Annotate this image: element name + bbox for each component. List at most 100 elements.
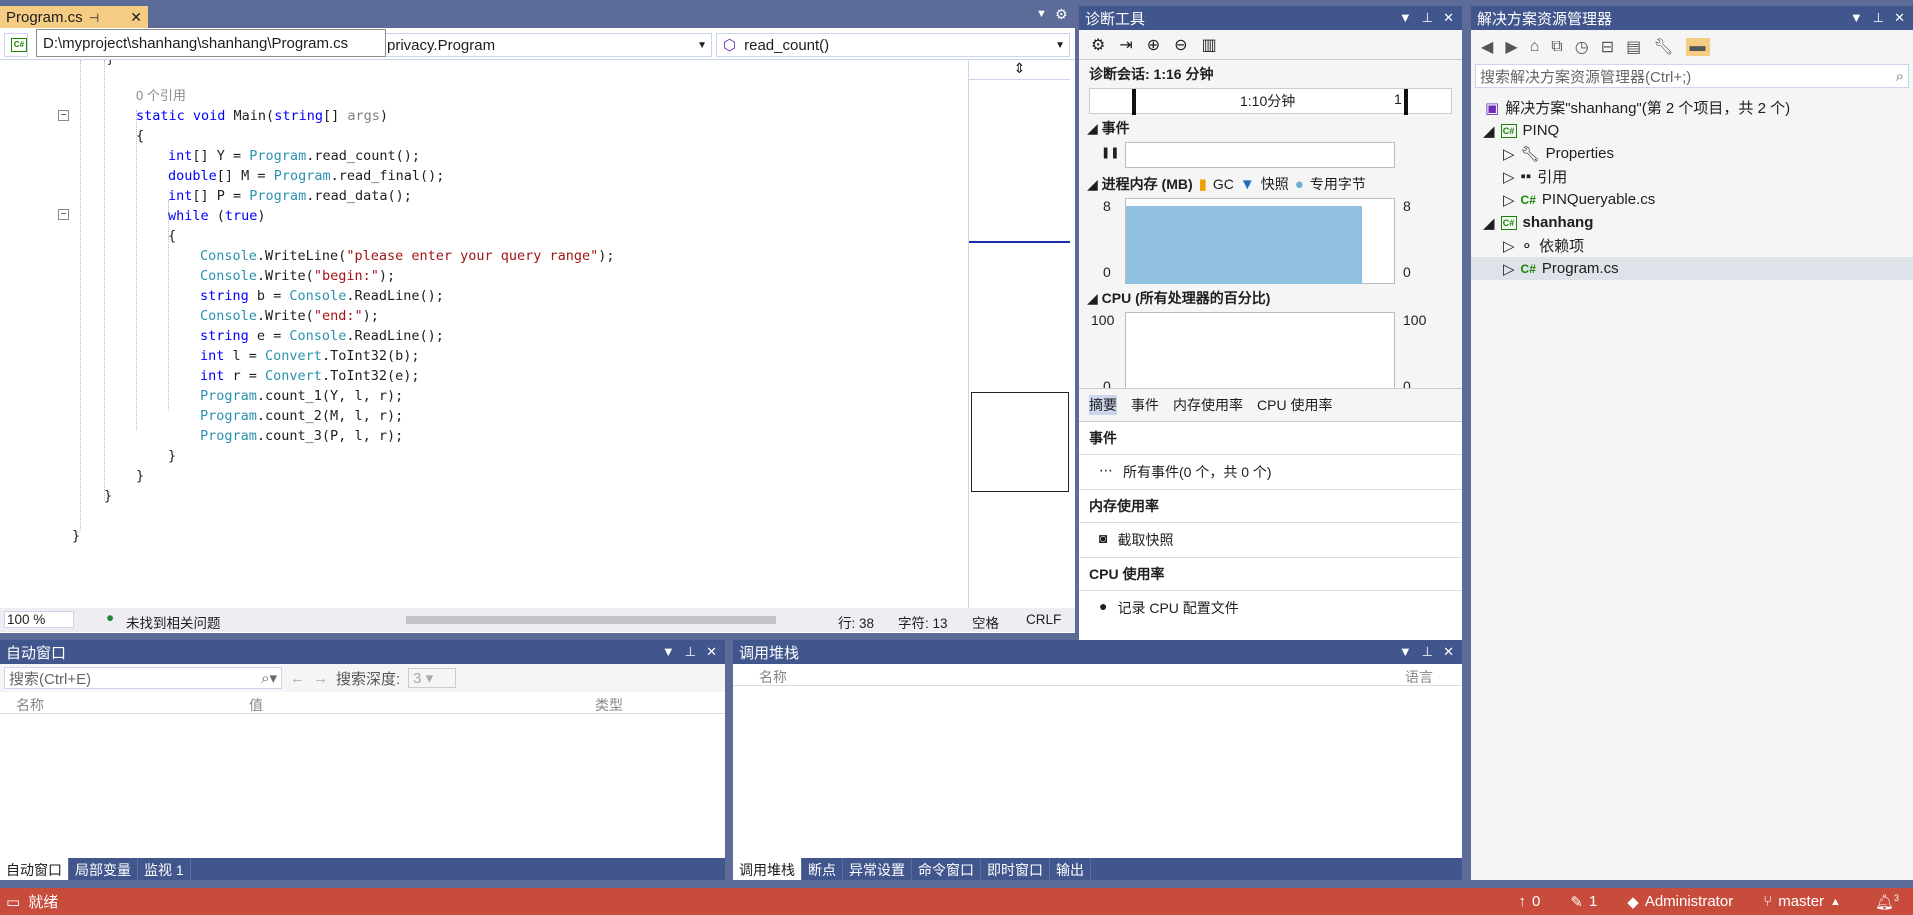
col-name[interactable]: 名称: [733, 667, 1405, 685]
summary-cpu-header: CPU 使用率: [1079, 558, 1462, 591]
zoom-dropdown[interactable]: 100 %: [4, 611, 74, 628]
close-icon[interactable]: ✕: [1894, 10, 1905, 26]
tab-breakpoints[interactable]: 断点: [802, 858, 843, 880]
history-icon[interactable]: ◷: [1575, 37, 1589, 57]
arrow-up-icon[interactable]: ↑: [1519, 893, 1527, 910]
pin-icon[interactable]: ⊥: [685, 644, 696, 660]
project-dropdown[interactable]: C#: [4, 33, 28, 57]
col-name[interactable]: 名称: [0, 695, 245, 713]
dropdown-icon[interactable]: ▼: [1399, 644, 1412, 660]
dropdown-icon[interactable]: ▼: [1036, 8, 1047, 20]
tab-command-window[interactable]: 命令窗口: [912, 858, 981, 880]
back-icon[interactable]: ◀: [1481, 37, 1493, 57]
show-all-icon[interactable]: ▤: [1626, 37, 1641, 57]
memory-chart[interactable]: 8 0 8 0: [1079, 198, 1462, 284]
home-icon[interactable]: ⌂: [1530, 38, 1540, 56]
tree-references[interactable]: ▷ ▪▪ 引用: [1503, 165, 1567, 188]
tab-cpu[interactable]: CPU 使用率: [1257, 395, 1332, 415]
tree-dependencies[interactable]: ▷ ⚬ 依赖项: [1503, 234, 1584, 257]
member-dropdown[interactable]: ⬡ read_count() ▼: [716, 33, 1070, 57]
gear-icon[interactable]: ⚙: [1055, 6, 1068, 23]
record-cpu-button[interactable]: ● 记录 CPU 配置文件: [1079, 591, 1462, 625]
minimap-viewport[interactable]: [971, 392, 1069, 492]
csharp-project-icon: C#: [1500, 123, 1517, 138]
code-area[interactable]: − − } 0 个引用 static void Main(string[] ar…: [0, 60, 970, 608]
tree-project-shanhang[interactable]: ◢ C# shanhang: [1483, 211, 1593, 234]
col-value[interactable]: 值: [245, 695, 591, 713]
tree-solution[interactable]: ▣ 解决方案"shanhang"(第 2 个项目，共 2 个): [1485, 96, 1790, 119]
tab-immediate-window[interactable]: 即时窗口: [981, 858, 1050, 880]
pin-icon[interactable]: ⊥: [1422, 10, 1433, 26]
tab-locals[interactable]: 局部变量: [69, 858, 138, 880]
switch-view-icon[interactable]: ⧉: [1551, 38, 1562, 56]
changes-count[interactable]: 1: [1589, 893, 1597, 910]
tab-program-cs[interactable]: Program.cs ⊣ ✕: [0, 6, 148, 29]
back-arrow-icon[interactable]: ←: [290, 670, 305, 687]
issues-text[interactable]: 未找到相关问题: [126, 612, 221, 632]
tab-memory[interactable]: 内存使用率: [1173, 395, 1243, 415]
close-icon[interactable]: ✕: [130, 9, 142, 26]
tab-output[interactable]: 输出: [1050, 858, 1091, 880]
snapshot-icon: ▼: [1239, 175, 1255, 193]
fold-toggle[interactable]: −: [58, 209, 69, 220]
whitespace-mode[interactable]: 空格: [972, 612, 999, 632]
tab-exception-settings[interactable]: 异常设置: [843, 858, 912, 880]
export-icon[interactable]: ⇥: [1119, 35, 1132, 55]
code-minimap[interactable]: ⇕: [968, 60, 1070, 608]
branch-name[interactable]: master: [1778, 893, 1824, 910]
reference-count[interactable]: 0 个引用: [136, 86, 186, 106]
dropdown-icon[interactable]: ▼: [1850, 10, 1863, 26]
take-snapshot-button[interactable]: ◙ 截取快照: [1079, 523, 1462, 558]
preview-icon[interactable]: ▬: [1685, 38, 1710, 56]
chevron-up-icon[interactable]: ▲: [1830, 896, 1841, 908]
branch-icon[interactable]: ⑂: [1763, 893, 1772, 910]
repo-icon[interactable]: ◆: [1627, 893, 1639, 911]
class-dropdown[interactable]: privacy.Program ▼: [380, 33, 712, 57]
panel-title: 诊断工具: [1085, 10, 1146, 28]
tab-watch-1[interactable]: 监视 1: [138, 858, 191, 880]
tab-call-stack[interactable]: 调用堆栈: [733, 858, 802, 880]
forward-icon[interactable]: ▶: [1505, 37, 1517, 57]
unpushed-count[interactable]: 0: [1532, 893, 1540, 910]
line-ending[interactable]: CRLF: [1026, 612, 1061, 627]
zoom-out-icon[interactable]: ⊖: [1174, 35, 1187, 55]
pin-icon[interactable]: ⊣: [89, 11, 99, 25]
pin-icon[interactable]: ⊥: [1873, 10, 1884, 26]
col-language[interactable]: 语言: [1405, 667, 1433, 685]
solution-search-input[interactable]: 搜索解决方案资源管理器(Ctrl+;) ⌕: [1475, 64, 1909, 88]
settings-icon[interactable]: ⚙: [1091, 35, 1105, 55]
zoom-in-icon[interactable]: ⊕: [1147, 35, 1160, 55]
tab-autos[interactable]: 自动窗口: [0, 858, 69, 880]
tree-program-cs[interactable]: ▷ C# Program.cs: [1471, 257, 1913, 280]
status-window-icon[interactable]: ▭: [6, 893, 20, 911]
close-icon[interactable]: ✕: [706, 644, 717, 660]
collapse-icon[interactable]: ⊟: [1601, 37, 1614, 57]
close-icon[interactable]: ✕: [1443, 644, 1454, 660]
pencil-icon[interactable]: ✎: [1570, 893, 1583, 911]
chart-icon[interactable]: ▥: [1202, 35, 1217, 55]
split-icon[interactable]: ⇕: [969, 60, 1070, 80]
timeline-ruler[interactable]: 1:10分钟 1: [1089, 88, 1452, 115]
tree-project-pinq[interactable]: ◢ C# PINQ: [1483, 119, 1559, 142]
cpu-chart[interactable]: 100 0 100 0: [1079, 312, 1462, 388]
repo-user[interactable]: Administrator: [1645, 893, 1733, 910]
fold-toggle[interactable]: −: [58, 110, 69, 121]
tab-summary[interactable]: 摘要: [1089, 395, 1117, 415]
tree-properties[interactable]: ▷ 🔧︎ Properties: [1503, 142, 1614, 165]
wrench-icon[interactable]: 🔧︎: [1653, 37, 1673, 57]
search-depth-dropdown[interactable]: 3 ▾: [408, 668, 457, 688]
tree-pinqueryable[interactable]: ▷ C# PINQueryable.cs: [1503, 188, 1655, 211]
forward-arrow-icon[interactable]: →: [313, 670, 328, 687]
close-icon[interactable]: ✕: [1443, 10, 1454, 26]
horizontal-scrollbar[interactable]: [406, 616, 776, 624]
notification-icon[interactable]: 🔔︎3: [1875, 893, 1899, 911]
all-events-link[interactable]: ⋯ 所有事件(0 个，共 0 个): [1079, 455, 1462, 490]
dropdown-icon[interactable]: ▼: [1399, 10, 1412, 26]
tab-events[interactable]: 事件: [1131, 395, 1159, 415]
col-type[interactable]: 类型: [591, 695, 623, 713]
autos-search-input[interactable]: 搜索(Ctrl+E) ⌕▾: [4, 667, 282, 689]
caret-marker: [969, 241, 1070, 243]
dropdown-icon[interactable]: ▼: [662, 644, 675, 660]
pause-icon[interactable]: ❚❚: [1101, 146, 1119, 159]
pin-icon[interactable]: ⊥: [1422, 644, 1433, 660]
